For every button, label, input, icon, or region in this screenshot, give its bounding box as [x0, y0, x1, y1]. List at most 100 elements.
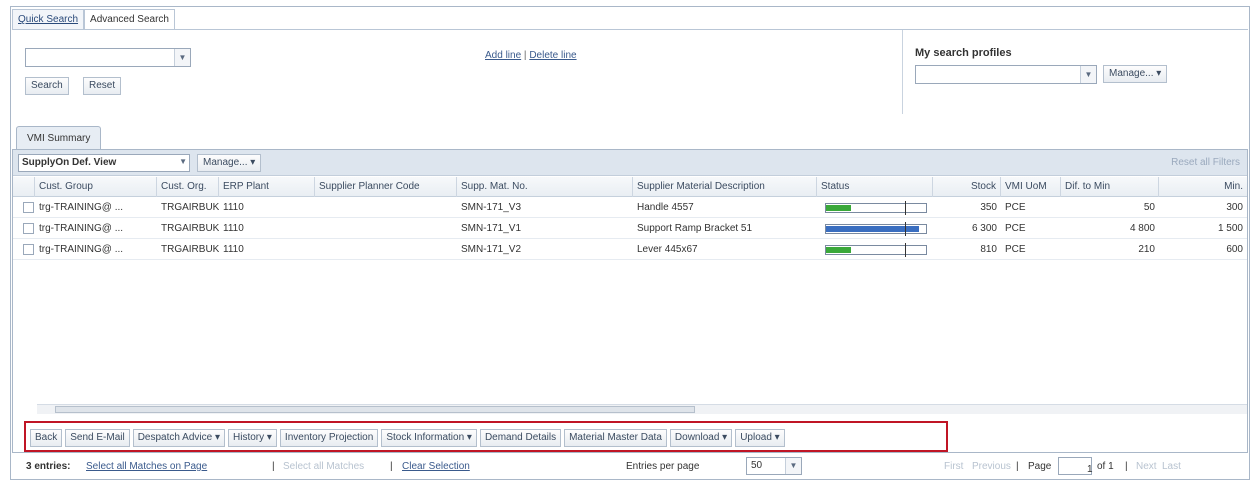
- search-profiles-panel: My search profiles ▼ Manage... ▾: [902, 30, 1248, 114]
- delete-line-link[interactable]: Delete line: [529, 50, 576, 61]
- stock-information-button[interactable]: Stock Information ▾: [381, 429, 477, 447]
- col-dif-to-min[interactable]: Dif. to Min: [1061, 177, 1159, 197]
- cell-stock: 350: [980, 202, 997, 213]
- reset-button[interactable]: Reset: [83, 77, 122, 95]
- next-page-link[interactable]: Next: [1136, 461, 1157, 472]
- tab-vmi-summary[interactable]: VMI Summary: [16, 126, 102, 149]
- cell-desc: Lever 445x67: [637, 244, 698, 255]
- page-number-value: 1: [1087, 464, 1093, 475]
- table-row[interactable]: trg-TRAINING@ ... TRGAIRBUK 1110 SMN-171_V3…: [13, 198, 1247, 218]
- chevron-down-icon: ▼: [785, 458, 801, 474]
- col-min[interactable]: Min.: [1159, 177, 1247, 197]
- col-vmi-uom[interactable]: VMI UoM: [1001, 177, 1061, 197]
- view-toolbar: SupplyOn Def. View ▼ Manage... ▾ Reset a…: [13, 150, 1247, 176]
- select-column-header: [13, 177, 35, 197]
- separator: |: [272, 461, 275, 472]
- page-number-input[interactable]: 1: [1058, 457, 1093, 475]
- col-status[interactable]: Status: [817, 177, 933, 197]
- chevron-down-icon: ▼: [174, 49, 190, 66]
- profile-manage-button[interactable]: Manage... ▾: [1103, 65, 1168, 83]
- despatch-advice-button[interactable]: Despatch Advice ▾: [132, 429, 225, 447]
- cell-org: TRGAIRBUK: [161, 244, 219, 255]
- row-checkbox[interactable]: [23, 244, 34, 255]
- cell-planner: [315, 240, 457, 260]
- status-fill: [826, 205, 851, 211]
- add-line-link[interactable]: Add line: [485, 50, 521, 61]
- cell-planner: [315, 198, 457, 218]
- cell-uom: PCE: [1005, 202, 1026, 213]
- previous-page-link[interactable]: Previous: [972, 461, 1011, 472]
- history-button[interactable]: History ▾: [228, 429, 277, 447]
- cell-dif: 4 800: [1129, 223, 1155, 234]
- page-label: Page: [1028, 461, 1052, 472]
- cell-dif: 210: [1138, 244, 1155, 255]
- status-fill: [826, 247, 851, 253]
- chevron-down-icon: ▼: [1080, 66, 1096, 83]
- cell-stock: 6 300: [971, 223, 997, 234]
- col-cust-group[interactable]: Cust. Group: [35, 177, 157, 197]
- demand-details-button[interactable]: Demand Details: [479, 429, 562, 447]
- cell-desc: Support Ramp Bracket 51: [637, 223, 753, 234]
- horizontal-scrollbar[interactable]: [37, 404, 1247, 414]
- status-max-marker: [905, 222, 906, 236]
- first-page-link[interactable]: First: [944, 461, 963, 472]
- view-manage-button[interactable]: Manage... ▾: [197, 154, 262, 172]
- separator: |: [1125, 461, 1128, 472]
- col-supplier-material-description[interactable]: Supplier Material Description: [633, 177, 817, 197]
- grid-footer: 3 entries: Select all Matches on Page | …: [12, 455, 1248, 479]
- cell-min: 600: [1226, 244, 1243, 255]
- search-profiles-title: My search profiles: [915, 47, 1012, 59]
- cell-group: trg-TRAINING@ ...: [39, 244, 124, 255]
- row-checkbox[interactable]: [23, 223, 34, 234]
- upload-button[interactable]: Upload ▾: [735, 429, 785, 447]
- select-all-matches-link[interactable]: Select all Matches: [283, 461, 364, 472]
- row-checkbox[interactable]: [23, 202, 34, 213]
- tab-advanced-search[interactable]: Advanced Search: [84, 9, 175, 29]
- reset-all-filters-link[interactable]: Reset all Filters: [1171, 157, 1240, 168]
- search-profile-select[interactable]: ▼: [915, 65, 1097, 84]
- select-all-on-page-link[interactable]: Select all Matches on Page: [86, 461, 207, 472]
- cell-min: 1 500: [1217, 223, 1243, 234]
- col-erp-plant[interactable]: ERP Plant: [219, 177, 315, 197]
- cell-dif: 50: [1143, 202, 1155, 213]
- vmi-summary-panel: SupplyOn Def. View ▼ Manage... ▾ Reset a…: [12, 149, 1248, 453]
- page-total: of 1: [1097, 461, 1114, 472]
- cell-planner: [315, 219, 457, 239]
- download-button[interactable]: Download ▾: [669, 429, 733, 447]
- status-indicator: [825, 201, 927, 215]
- action-toolbar: Back Send E-Mail Despatch Advice ▾ Histo…: [24, 421, 948, 452]
- chevron-down-icon: ▼: [179, 157, 187, 166]
- inventory-projection-button[interactable]: Inventory Projection: [279, 429, 379, 447]
- col-cust-org[interactable]: Cust. Org.: [157, 177, 219, 197]
- view-select-value: SupplyOn Def. View: [22, 157, 117, 168]
- search-button[interactable]: Search: [25, 77, 69, 95]
- cell-plant: 1110: [223, 202, 244, 213]
- scrollbar-thumb[interactable]: [55, 406, 695, 413]
- table-row[interactable]: trg-TRAINING@ ... TRGAIRBUK 1110 SMN-171_V1…: [13, 219, 1247, 239]
- search-area: ▼ Search Reset Add line | Delete line My…: [12, 29, 1248, 114]
- separator: |: [390, 461, 393, 472]
- cell-org: TRGAIRBUK: [161, 202, 219, 213]
- material-master-data-button[interactable]: Material Master Data: [564, 429, 667, 447]
- table-row[interactable]: trg-TRAINING@ ... TRGAIRBUK 1110 SMN-171_V2…: [13, 240, 1247, 260]
- view-manage-label: Manage...: [203, 157, 248, 168]
- search-criteria-select[interactable]: ▼: [25, 48, 191, 67]
- last-page-link[interactable]: Last: [1162, 461, 1181, 472]
- view-select[interactable]: SupplyOn Def. View ▼: [18, 154, 190, 172]
- cell-mat: SMN-171_V1: [461, 223, 522, 234]
- tab-quick-search[interactable]: Quick Search: [12, 9, 85, 29]
- col-stock[interactable]: Stock: [933, 177, 1001, 197]
- search-tabs: Quick Search Advanced Search: [12, 9, 175, 29]
- status-indicator: [825, 243, 927, 257]
- line-actions: Add line | Delete line: [485, 50, 577, 61]
- entries-per-page-select[interactable]: 50 ▼: [746, 457, 802, 475]
- grid-header: Cust. Group Cust. Org. ERP Plant Supplie…: [13, 177, 1247, 197]
- col-supplier-planner-code[interactable]: Supplier Planner Code: [315, 177, 457, 197]
- clear-selection-link[interactable]: Clear Selection: [402, 461, 470, 472]
- col-supp-mat-no[interactable]: Supp. Mat. No.: [457, 177, 633, 197]
- back-button[interactable]: Back: [30, 429, 63, 447]
- send-email-button[interactable]: Send E-Mail: [65, 429, 130, 447]
- separator: |: [523, 50, 527, 61]
- status-indicator: [825, 222, 927, 236]
- cell-desc: Handle 4557: [637, 202, 694, 213]
